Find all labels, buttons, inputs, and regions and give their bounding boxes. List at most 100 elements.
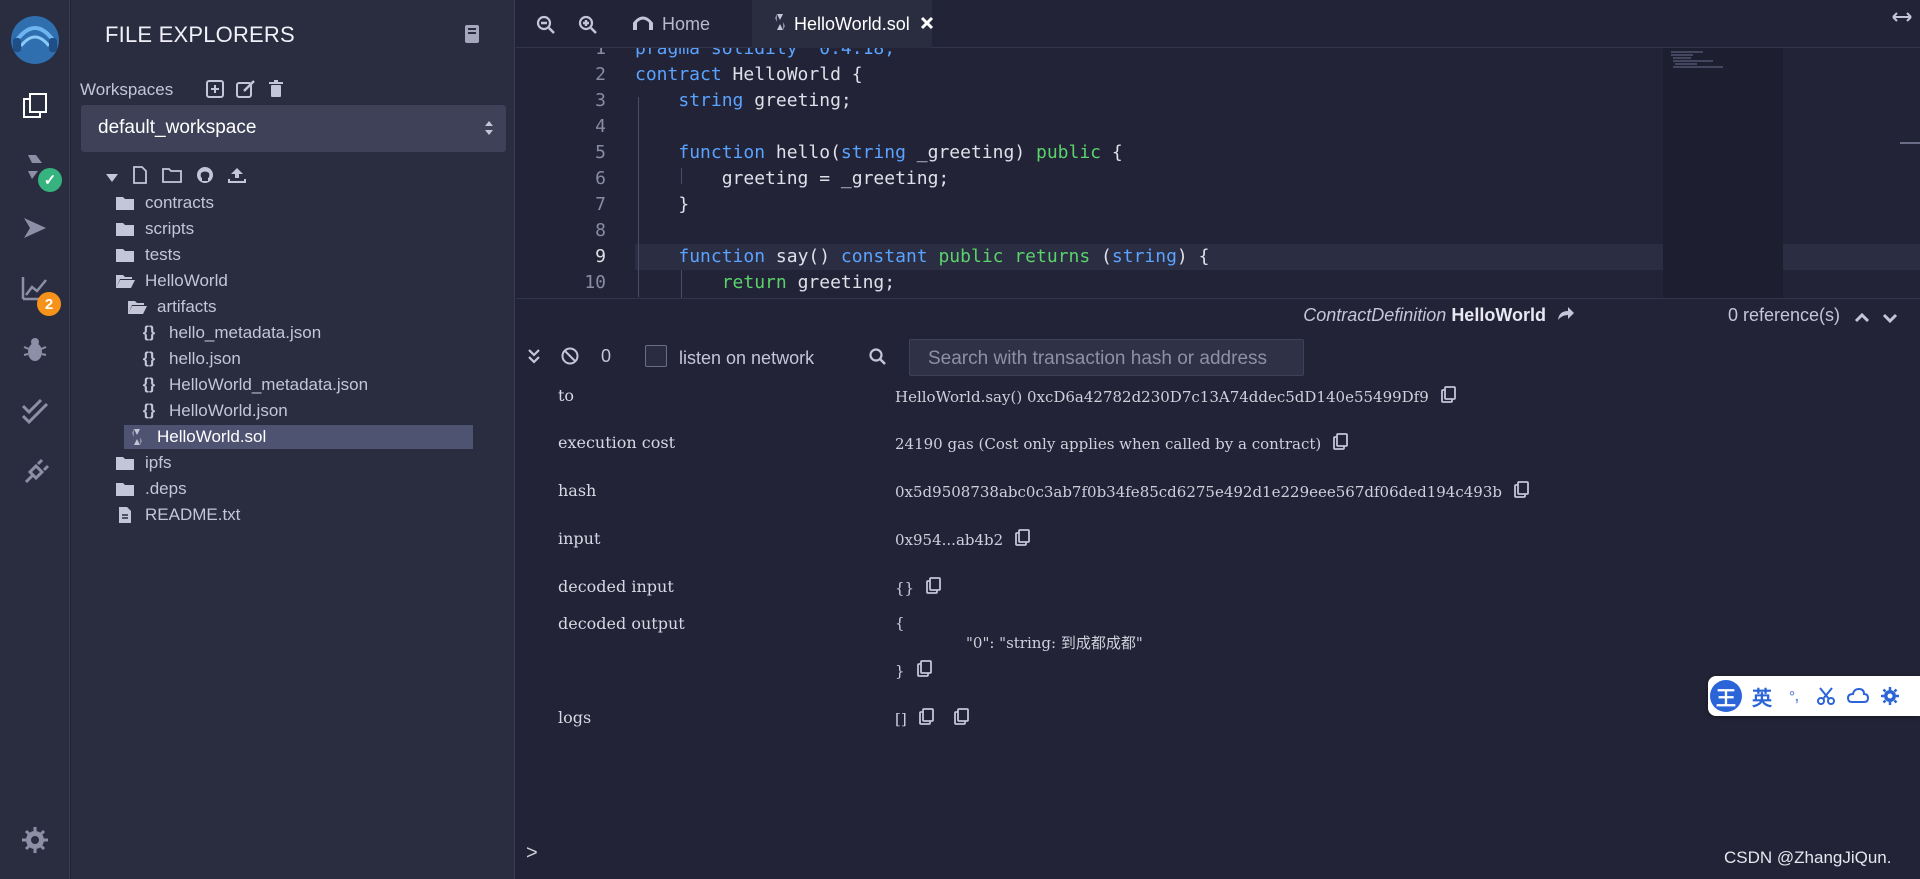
book-icon[interactable] [463, 24, 481, 49]
ime-toolbar: 王 英 °, [1708, 676, 1920, 716]
line-number: 9 [595, 246, 606, 267]
edit-workspace-icon[interactable] [236, 80, 256, 103]
goto-definition-icon[interactable] [1557, 305, 1575, 325]
tree-item-tests[interactable]: tests [115, 243, 181, 267]
tab-home[interactable]: Home [622, 0, 750, 48]
close-tab-icon[interactable] [920, 14, 934, 35]
code-editor[interactable]: 1 2 3 4 5 6 7 8 9 10 pragma solidity ^0.… [516, 48, 1920, 298]
tx-field-label: logs [558, 708, 592, 727]
cloud-icon[interactable] [1842, 680, 1874, 712]
tree-item-deps[interactable]: .deps [115, 477, 187, 501]
github-icon[interactable] [196, 166, 214, 189]
next-reference-icon[interactable] [1882, 310, 1898, 328]
scissors-icon[interactable] [1810, 680, 1842, 712]
tree-item-ipfs[interactable]: ipfs [115, 451, 171, 475]
copy-icon[interactable] [1333, 433, 1349, 454]
clear-console-icon[interactable] [561, 347, 579, 370]
upload-icon[interactable] [228, 166, 246, 189]
analysis-chart-icon[interactable]: 2 [17, 270, 61, 316]
workspace-select-value: default_workspace [98, 117, 257, 138]
folder-open-icon [127, 299, 147, 315]
workspaces-label: Workspaces [80, 80, 174, 99]
home-remix-icon [632, 12, 654, 37]
tree-item-artifacts[interactable]: artifacts [127, 295, 217, 319]
line-number: 5 [595, 142, 606, 163]
unit-testing-icon[interactable] [17, 393, 53, 429]
zoom-out-icon[interactable] [536, 15, 556, 40]
collapse-terminal-icon[interactable] [528, 348, 540, 369]
copy-icon[interactable] [953, 708, 969, 729]
new-file-icon[interactable] [132, 166, 148, 189]
tx-field-value: 24190 gas (Cost only applies when called… [895, 433, 1349, 454]
tx-field-value: 0x954...ab4b2 [895, 529, 1031, 550]
csdn-watermark: CSDN @ZhangJiQun. [1724, 848, 1892, 867]
file-explorer-panel: FILE EXPLORERS Workspaces default_worksp… [71, 0, 515, 879]
code-line: contract HelloWorld { [635, 64, 863, 85]
notification-badge: 2 [37, 292, 61, 316]
editor-minimap[interactable] [1663, 48, 1783, 298]
workspace-actions [206, 80, 284, 103]
code-line: function hello(string _greeting) public … [678, 142, 1123, 163]
remix-ide: ✓ 2 FILE EXPLORERS Workspaces default_wo… [0, 0, 1920, 879]
code-line: pragma solidity ^0.4.18; [635, 48, 896, 59]
previous-reference-icon[interactable] [1854, 310, 1870, 328]
tree-item-helloworld-sol[interactable]: HelloWorld.sol [124, 425, 473, 449]
tree-item-scripts[interactable]: scripts [115, 217, 194, 241]
settings-gear-icon[interactable] [17, 822, 53, 858]
line-number: 6 [595, 168, 606, 189]
tree-item-contracts[interactable]: contracts [115, 191, 214, 215]
solidity-icon [774, 13, 786, 36]
delete-workspace-icon[interactable] [268, 80, 284, 103]
scroll-indicator [1900, 142, 1920, 144]
tx-search-input[interactable]: Search with transaction hash or address [909, 339, 1304, 376]
copy-icon[interactable] [916, 660, 932, 681]
copy-icon[interactable] [926, 577, 941, 598]
zoom-in-icon[interactable] [578, 15, 598, 40]
reference-count: 0 reference(s) [1727, 305, 1840, 325]
copy-icon[interactable] [1514, 481, 1529, 502]
file-explorer-icon[interactable] [17, 88, 53, 124]
caret-down-icon[interactable] [106, 169, 118, 187]
code-line: } [635, 194, 690, 215]
decoded-output-close: } [895, 660, 932, 681]
add-workspace-icon[interactable] [206, 80, 224, 103]
line-number: 8 [595, 220, 606, 241]
terminal-output: to HelloWorld.say() 0xcD6a42782d230D7c13… [516, 382, 1920, 879]
plugin-manager-icon[interactable] [17, 455, 53, 491]
ime-settings-gear-icon[interactable] [1874, 680, 1906, 712]
new-folder-icon[interactable] [162, 167, 182, 188]
copy-icon[interactable] [1440, 386, 1456, 407]
terminal-toolbar: 0 listen on network Search with transact… [516, 332, 1920, 382]
deploy-run-icon[interactable] [17, 210, 53, 246]
ime-language-button[interactable]: 英 [1746, 680, 1778, 712]
tree-item-helloworld-metadata-json[interactable]: {} HelloWorld_metadata.json [139, 373, 368, 397]
tx-field-value: {} [895, 577, 941, 598]
tree-item-helloworld-json[interactable]: {} HelloWorld.json [139, 399, 288, 423]
listen-network-label: listen on network [679, 348, 815, 368]
pending-tx-count: 0 [601, 346, 612, 366]
expand-horizontal-icon[interactable] [1892, 10, 1912, 29]
ime-logo-button[interactable]: 王 [1710, 680, 1742, 712]
line-number: 10 [584, 272, 606, 293]
tree-item-hello-json[interactable]: {} hello.json [139, 347, 241, 371]
solidity-compiler-icon[interactable]: ✓ [17, 150, 62, 192]
workspace-select[interactable]: default_workspace [81, 105, 506, 152]
tx-field-label: execution cost [558, 433, 676, 452]
listen-network-checkbox[interactable] [645, 345, 667, 367]
tree-item-hello-metadata-json[interactable]: {} hello_metadata.json [139, 321, 321, 345]
line-number: 2 [595, 64, 606, 85]
tree-item-readme[interactable]: README.txt [115, 503, 240, 527]
folder-icon [115, 221, 135, 237]
copy-icon[interactable] [1015, 529, 1031, 550]
remix-logo-icon[interactable] [5, 10, 65, 66]
file-icon [115, 506, 135, 524]
debugger-bug-icon[interactable] [17, 332, 53, 368]
tab-helloworld-sol[interactable]: HelloWorld.sol [752, 0, 934, 48]
terminal-prompt[interactable]: > [526, 842, 538, 865]
folder-icon [115, 455, 135, 471]
json-braces-icon: {} [142, 402, 156, 419]
tree-item-helloworld[interactable]: HelloWorld [115, 269, 228, 293]
ime-punctuation-button[interactable]: °, [1778, 680, 1810, 712]
copy-icon[interactable] [918, 708, 934, 729]
